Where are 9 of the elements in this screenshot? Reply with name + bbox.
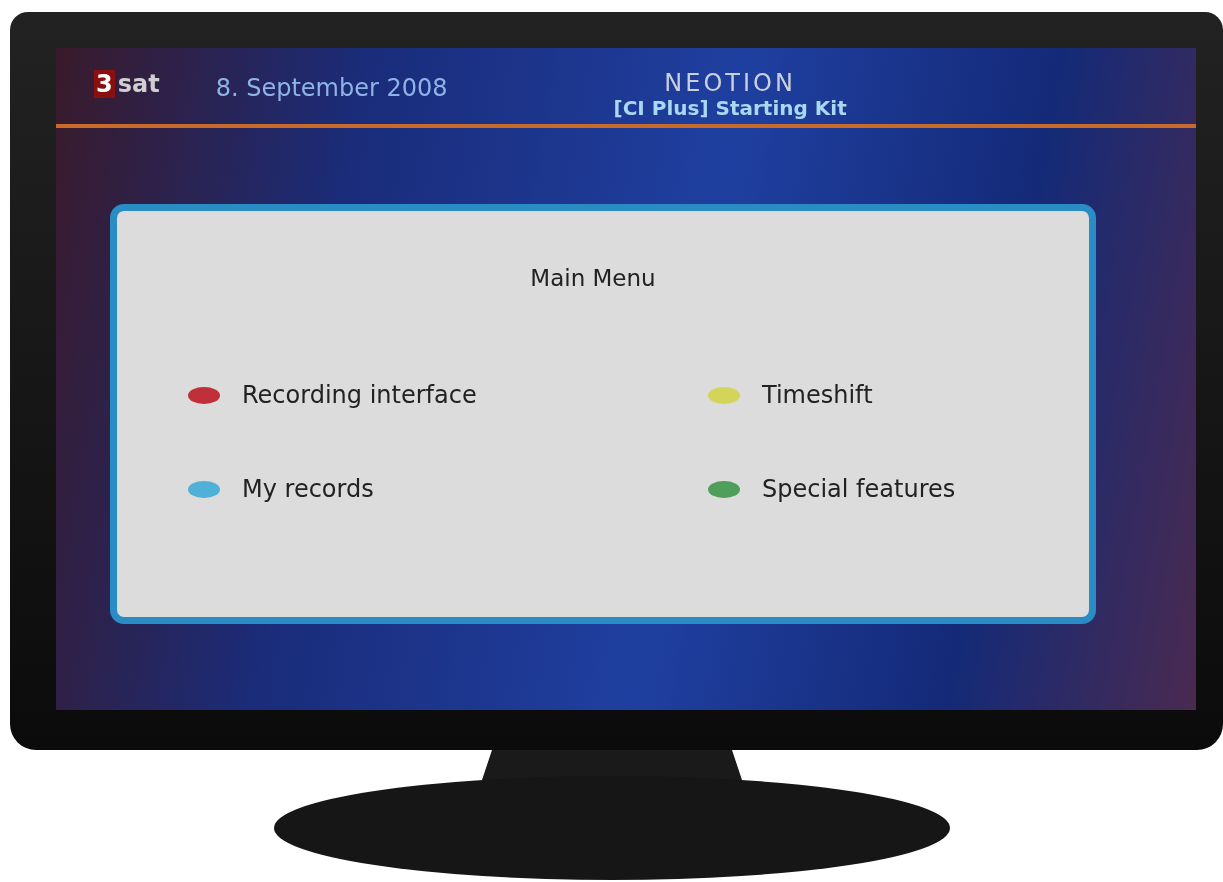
menu-title: Main Menu <box>530 265 656 291</box>
menu-item[interactable]: Timeshift <box>708 381 1008 409</box>
menu-item[interactable]: My records <box>188 475 708 503</box>
channel-logo: 3 sat <box>94 70 160 98</box>
brand-title: NEOTION <box>664 70 796 96</box>
menu-item[interactable]: Recording interface <box>188 381 708 409</box>
menu-item[interactable]: Special features <box>708 475 1008 503</box>
brand-subtitle: [CI Plus] Starting Kit <box>613 96 847 120</box>
broadcast-date: 8. September 2008 <box>215 74 448 102</box>
